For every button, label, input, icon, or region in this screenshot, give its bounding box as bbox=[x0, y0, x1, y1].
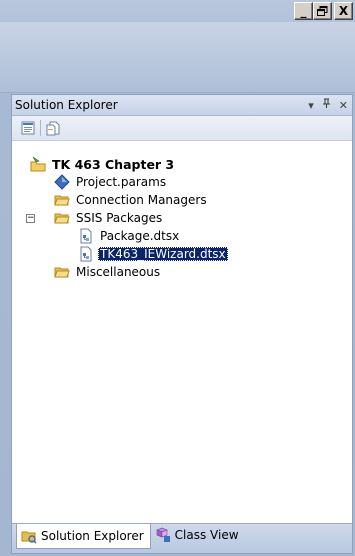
ide-toolbar-area bbox=[0, 22, 355, 93]
solution-explorer-icon bbox=[21, 531, 37, 544]
tree-item-project-params[interactable]: Project.params bbox=[54, 173, 168, 191]
toolbar-separator bbox=[40, 120, 41, 136]
minimize-button[interactable]: _ bbox=[294, 2, 313, 20]
show-all-files-icon[interactable] bbox=[45, 120, 61, 136]
collapse-expander[interactable]: − bbox=[26, 214, 35, 223]
package-file-icon bbox=[78, 246, 94, 262]
panel-titlebar: Solution Explorer ▾ ✕ bbox=[12, 95, 352, 116]
tree-item-label: Connection Managers bbox=[76, 193, 207, 207]
tab-solution-explorer[interactable]: Solution Explorer bbox=[16, 524, 151, 549]
solution-explorer-panel: Solution Explorer ▾ ✕ TK 463 Chapter 3 P… bbox=[11, 94, 353, 554]
params-icon bbox=[54, 174, 70, 190]
panel-toolbar bbox=[12, 116, 352, 141]
auto-hide-pin-icon[interactable] bbox=[322, 98, 331, 112]
close-button[interactable]: X bbox=[334, 2, 353, 20]
tab-class-view[interactable]: Class View bbox=[151, 524, 245, 546]
folder-open-icon bbox=[54, 210, 70, 226]
tree-item-package[interactable]: Package.dtsx bbox=[78, 227, 181, 245]
window-controls: _ X bbox=[294, 2, 353, 20]
tree-item-label: Package.dtsx bbox=[100, 229, 180, 243]
tab-label: Class View bbox=[174, 528, 239, 542]
tree-item-label: TK 463 Chapter 3 bbox=[52, 156, 175, 172]
tab-label: Solution Explorer bbox=[41, 529, 144, 543]
class-view-icon bbox=[155, 527, 170, 542]
folder-icon bbox=[54, 192, 70, 208]
panel-close-icon[interactable]: ✕ bbox=[339, 99, 348, 112]
folder-icon bbox=[54, 264, 70, 280]
restore-button[interactable] bbox=[313, 2, 332, 20]
properties-icon[interactable] bbox=[20, 120, 36, 136]
solution-icon bbox=[30, 156, 46, 172]
window-position-dropdown-icon[interactable]: ▾ bbox=[308, 99, 314, 112]
tree-item-miscellaneous[interactable]: Miscellaneous bbox=[54, 263, 162, 281]
tree-item-label: Project.params bbox=[76, 175, 167, 189]
tree-item-ssis-packages[interactable]: SSIS Packages bbox=[54, 209, 164, 227]
panel-controls: ▾ ✕ bbox=[308, 98, 348, 112]
package-file-icon bbox=[78, 228, 94, 244]
solution-tree: TK 463 Chapter 3 Project.params Connecti… bbox=[12, 147, 352, 523]
tree-item-label: SSIS Packages bbox=[76, 211, 163, 225]
panel-tabs: Solution Explorer Class View bbox=[12, 523, 352, 553]
tree-item-label: Miscellaneous bbox=[76, 265, 161, 279]
tree-item-solution[interactable]: TK 463 Chapter 3 bbox=[30, 155, 176, 173]
panel-title: Solution Explorer bbox=[15, 98, 118, 112]
tree-item-connection-managers[interactable]: Connection Managers bbox=[54, 191, 209, 209]
restore-icon bbox=[317, 6, 328, 16]
tree-item-label: TK463_IEWizard.dtsx bbox=[98, 247, 228, 261]
tree-item-ie-wizard-package[interactable]: TK463_IEWizard.dtsx bbox=[78, 245, 228, 263]
